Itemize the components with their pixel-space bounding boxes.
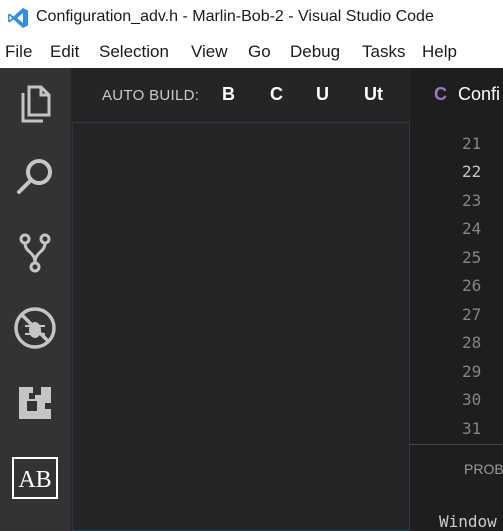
line-number: 30 (462, 390, 482, 409)
c-file-icon: C (434, 84, 447, 104)
window-title: Configuration_adv.h - Marlin-Bob-2 - Vis… (36, 8, 434, 25)
sidebar: AUTO BUILD: B C U Ut (70, 68, 411, 531)
search-icon (17, 159, 52, 194)
line-number: 23 (462, 191, 482, 210)
activity-extensions[interactable] (0, 368, 70, 438)
menu-bar: File Edit Selection View Go Debug Tasks … (0, 36, 503, 68)
editor-tab-label: Confi (458, 84, 501, 104)
line-numbers: 21 22 23 24 25 26 27 28 29 30 31 (410, 122, 503, 444)
panel-output-text: Window (439, 512, 497, 531)
line-number: 31 (462, 419, 482, 438)
line-number: 27 (462, 305, 482, 324)
build-button[interactable]: B (222, 84, 235, 105)
sidebar-view[interactable] (72, 122, 410, 531)
activity-bar: AB (0, 68, 70, 531)
bottom-panel: PROB Window (410, 445, 503, 531)
debug-icon (14, 307, 56, 349)
upload-traceback-button[interactable]: Ut (364, 84, 383, 105)
line-number: 28 (462, 333, 482, 352)
title-bar: Configuration_adv.h - Marlin-Bob-2 - Vis… (0, 0, 503, 36)
menu-debug[interactable]: Debug (290, 42, 340, 62)
activity-search[interactable] (0, 143, 70, 213)
line-number: 25 (462, 248, 482, 267)
clean-button[interactable]: C (270, 84, 283, 105)
auto-build-icon: AB (12, 457, 58, 499)
extensions-icon (19, 387, 51, 419)
source-control-icon (19, 233, 51, 273)
menu-edit[interactable]: Edit (50, 42, 79, 62)
menu-help[interactable]: Help (422, 42, 457, 62)
editor-area: C Confi 21 22 23 24 25 26 27 28 29 30 31… (410, 68, 503, 531)
menu-view[interactable]: View (191, 42, 228, 62)
sidebar-header: AUTO BUILD: B C U Ut (71, 68, 411, 122)
activity-debug[interactable] (0, 293, 70, 363)
panel-tab-problems[interactable]: PROB (464, 461, 503, 477)
upload-button[interactable]: U (316, 84, 329, 105)
editor-tab-configuration[interactable]: C Confi (410, 68, 503, 122)
line-number: 21 (462, 134, 482, 153)
menu-tasks[interactable]: Tasks (362, 42, 405, 62)
vscode-logo-icon (8, 8, 28, 28)
line-number: 29 (462, 362, 482, 381)
line-number-active: 22 (462, 162, 482, 181)
line-number: 26 (462, 276, 482, 295)
menu-file[interactable]: File (5, 42, 32, 62)
sidebar-title: AUTO BUILD: (102, 87, 200, 104)
editor-tab-bar: C Confi (410, 68, 503, 122)
menu-selection[interactable]: Selection (99, 42, 169, 62)
menu-go[interactable]: Go (248, 42, 271, 62)
activity-explorer[interactable] (0, 68, 70, 138)
activity-source-control[interactable] (0, 218, 70, 288)
activity-auto-build[interactable]: AB (0, 443, 70, 513)
auto-build-icon-label: AB (18, 467, 51, 493)
line-number: 24 (462, 219, 482, 238)
files-icon (21, 85, 51, 123)
